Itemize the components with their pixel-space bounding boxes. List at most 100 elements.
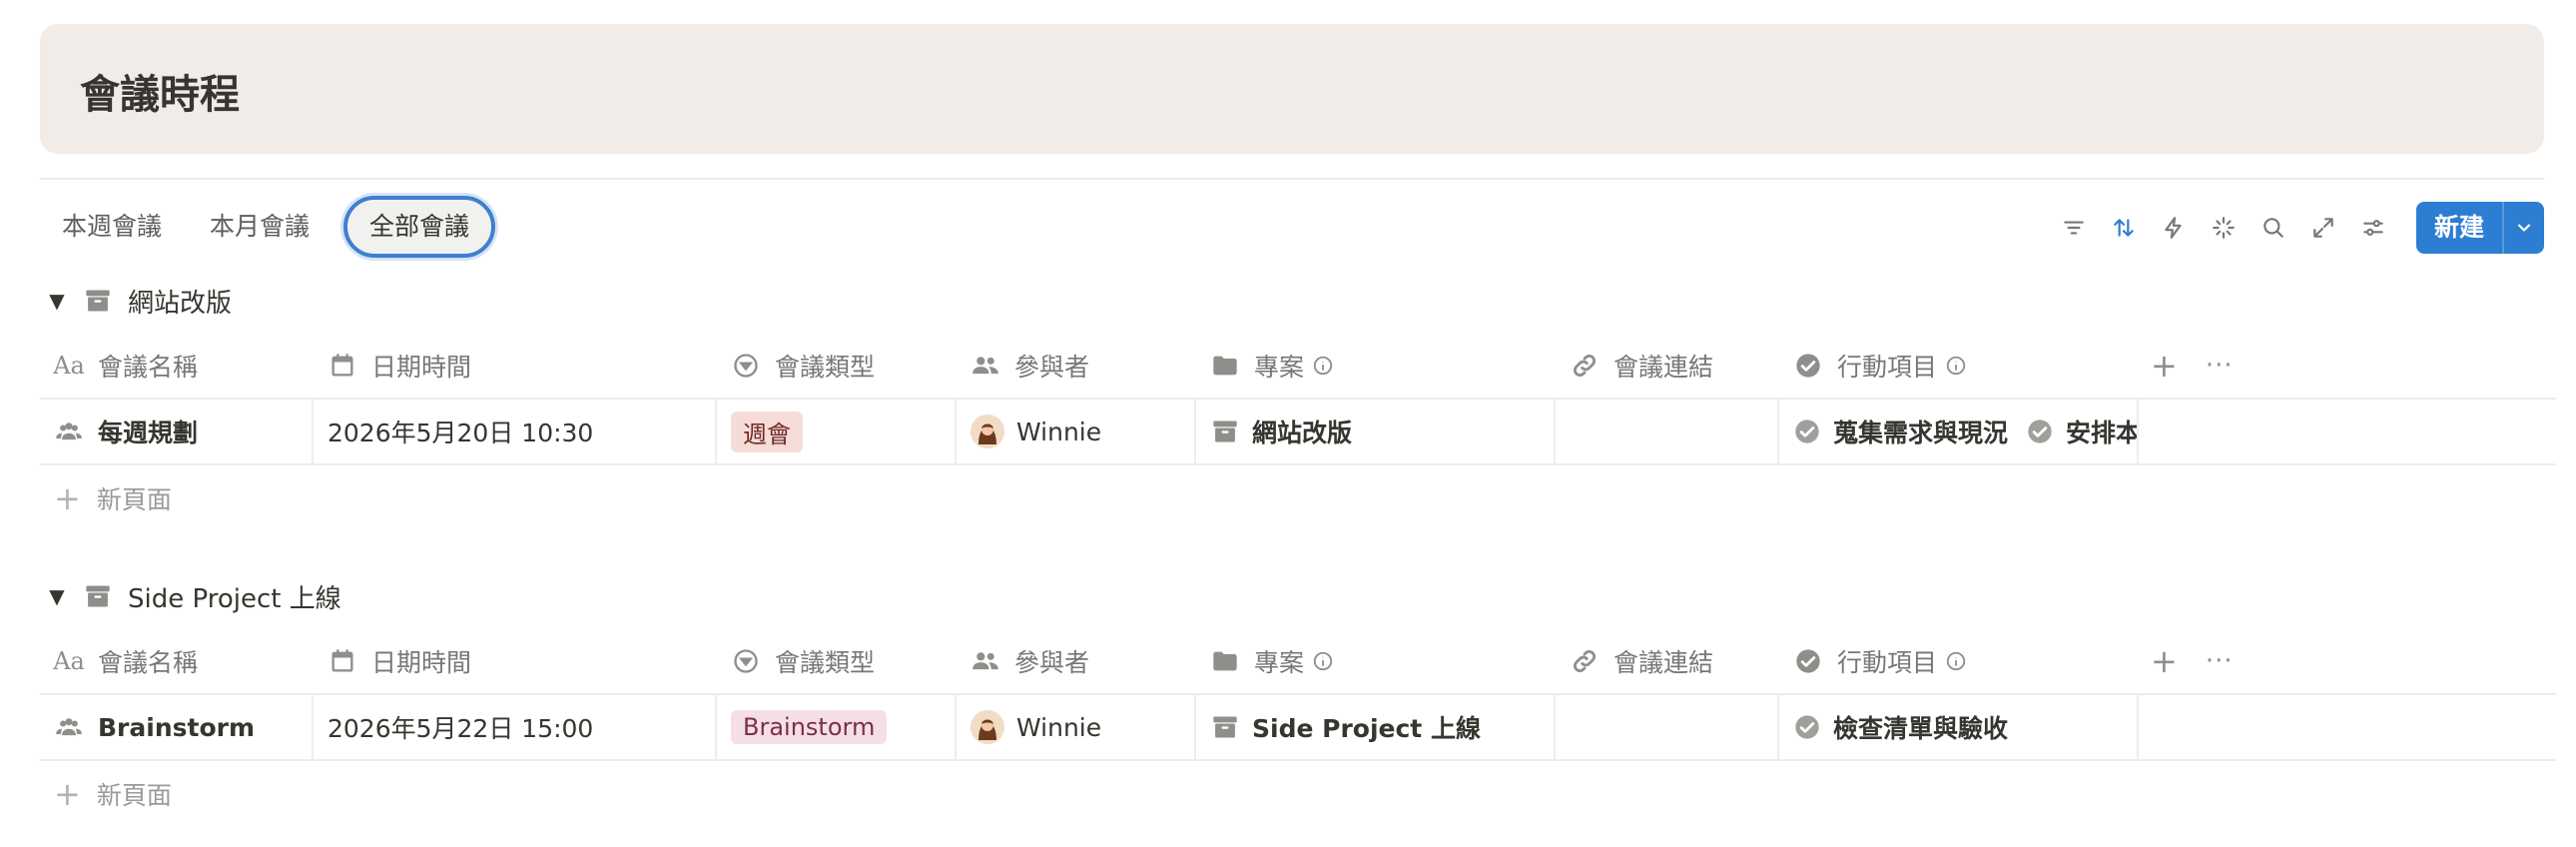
cell-datetime[interactable]: 2026年5月20日 10:30 (314, 400, 717, 463)
cell-action-items[interactable]: 檢查清單與驗收 (1779, 695, 2139, 759)
column-label: 參與者 (1014, 353, 1090, 382)
cell-type[interactable]: 週會 (717, 400, 957, 463)
group-website-revamp: ▼ 網站改版 Aa 會議名稱 日期時間 會議類型 參與者 專案 會議連結 行動項… (40, 280, 2556, 531)
ai-sparkle-icon[interactable] (2199, 203, 2249, 253)
link-icon (1570, 646, 1600, 676)
page-header: 會議時程 (40, 24, 2544, 154)
column-header-link[interactable]: 會議連結 (1556, 629, 1779, 693)
info-icon[interactable] (1945, 355, 1967, 377)
column-label: 參與者 (1014, 648, 1090, 677)
tab-this-week[interactable]: 本週會議 (40, 196, 184, 258)
sort-icon[interactable] (2099, 203, 2149, 253)
project-link[interactable]: Side Project 上線 (1252, 709, 1481, 745)
people-icon (54, 712, 84, 742)
automation-icon[interactable] (2149, 203, 2199, 253)
text-aa-icon: Aa (53, 647, 85, 675)
info-icon[interactable] (1945, 650, 1967, 672)
cell-project[interactable]: Side Project 上線 (1196, 695, 1556, 759)
tab-this-month[interactable]: 本月會議 (188, 196, 331, 258)
view-tabs: 本週會議 本月會議 全部會議 (40, 194, 499, 260)
more-options-icon[interactable]: ··· (2206, 351, 2234, 381)
column-header-extras: + ··· (2139, 629, 2278, 693)
table-row[interactable]: 每週規劃 2026年5月20日 10:30 週會 Winnie 網站改版 蒐集需… (40, 400, 2556, 465)
group-header[interactable]: ▼ Side Project 上線 (40, 575, 2556, 617)
cell-participants[interactable]: Winnie (957, 400, 1196, 463)
column-header-extras: + ··· (2139, 334, 2278, 398)
new-page-button[interactable]: + 新頁面 (40, 465, 2556, 531)
divider (40, 178, 2544, 180)
collapse-triangle-icon[interactable]: ▼ (40, 289, 74, 313)
folder-icon (1210, 351, 1240, 381)
column-header-action-items[interactable]: 行動項目 (1779, 334, 2139, 398)
meeting-type-tag: Brainstorm (731, 710, 888, 744)
participant-name: Winnie (1016, 417, 1102, 446)
filter-icon[interactable] (2049, 203, 2099, 253)
cell-name[interactable]: Brainstorm (40, 695, 314, 759)
add-column-icon[interactable]: + (2151, 642, 2178, 680)
column-header-datetime[interactable]: 日期時間 (314, 629, 717, 693)
info-icon[interactable] (1312, 650, 1334, 672)
new-button-group: 新建 (2415, 202, 2544, 254)
cell-participants[interactable]: Winnie (957, 695, 1196, 759)
page-title[interactable]: 會議時程 (80, 62, 240, 120)
column-label: 日期時間 (371, 353, 472, 382)
column-header-participants[interactable]: 參與者 (957, 629, 1196, 693)
check-circle-icon (1795, 420, 1819, 443)
expand-icon[interactable] (2298, 203, 2348, 253)
project-link[interactable]: 網站改版 (1252, 414, 1352, 449)
column-header-name[interactable]: Aa 會議名稱 (40, 334, 314, 398)
column-label: 會議類型 (775, 353, 876, 382)
avatar (970, 415, 1004, 448)
settings-icon[interactable] (2348, 203, 2398, 253)
cell-action-items[interactable]: 蒐集需求與現況 安排本 (1779, 400, 2139, 463)
cell-link[interactable] (1556, 695, 1779, 759)
column-header-link[interactable]: 會議連結 (1556, 334, 1779, 398)
calendar-icon (327, 351, 357, 381)
column-header-datetime[interactable]: 日期時間 (314, 334, 717, 398)
column-label: 日期時間 (371, 648, 472, 677)
action-item[interactable]: 檢查清單與驗收 (1793, 709, 2008, 745)
tab-all-meetings[interactable]: 全部會議 (343, 196, 496, 258)
select-icon (731, 351, 761, 381)
column-header-name[interactable]: Aa 會議名稱 (40, 629, 314, 693)
table-row[interactable]: Brainstorm 2026年5月22日 15:00 Brainstorm W… (40, 695, 2556, 761)
add-column-icon[interactable]: + (2151, 347, 2178, 385)
check-circle-icon (1793, 646, 1823, 676)
cell-type[interactable]: Brainstorm (717, 695, 957, 759)
link-icon (1570, 351, 1600, 381)
column-label: 專案 (1254, 353, 1305, 382)
new-page-label: 新頁面 (96, 781, 172, 810)
info-icon[interactable] (1312, 355, 1334, 377)
select-icon (731, 646, 761, 676)
column-header-project[interactable]: 專案 (1196, 334, 1556, 398)
column-label: 行動項目 (1837, 648, 1938, 677)
group-side-project-launch: ▼ Side Project 上線 Aa 會議名稱 日期時間 會議類型 參與者 … (40, 575, 2556, 827)
new-button[interactable]: 新建 (2415, 202, 2502, 254)
collapse-triangle-icon[interactable]: ▼ (40, 584, 74, 608)
column-label: 會議名稱 (98, 648, 199, 677)
text-aa-icon: Aa (53, 352, 85, 380)
calendar-icon (327, 646, 357, 676)
new-page-button[interactable]: + 新頁面 (40, 761, 2556, 827)
action-item-label: 檢查清單與驗收 (1833, 714, 2009, 743)
meeting-type-tag: 週會 (731, 411, 803, 452)
column-label: 行動項目 (1837, 353, 1938, 382)
column-header-project[interactable]: 專案 (1196, 629, 1556, 693)
group-header[interactable]: ▼ 網站改版 (40, 280, 2556, 322)
column-header-type[interactable]: 會議類型 (717, 629, 957, 693)
cell-datetime[interactable]: 2026年5月22日 15:00 (314, 695, 717, 759)
datetime-value: 2026年5月20日 10:30 (327, 419, 594, 447)
cell-link[interactable] (1556, 400, 1779, 463)
cell-project[interactable]: 網站改版 (1196, 400, 1556, 463)
action-item[interactable]: 蒐集需求與現況 (1793, 414, 2008, 449)
column-label: 專案 (1254, 648, 1305, 677)
more-options-icon[interactable]: ··· (2206, 646, 2234, 676)
column-header-type[interactable]: 會議類型 (717, 334, 957, 398)
column-header-participants[interactable]: 參與者 (957, 334, 1196, 398)
action-item[interactable]: 安排本 (2026, 414, 2137, 449)
chevron-down-icon[interactable] (2502, 202, 2544, 254)
search-icon[interactable] (2249, 203, 2298, 253)
column-header-action-items[interactable]: 行動項目 (1779, 629, 2139, 693)
column-label: 會議類型 (775, 648, 876, 677)
cell-name[interactable]: 每週規劃 (40, 400, 314, 463)
